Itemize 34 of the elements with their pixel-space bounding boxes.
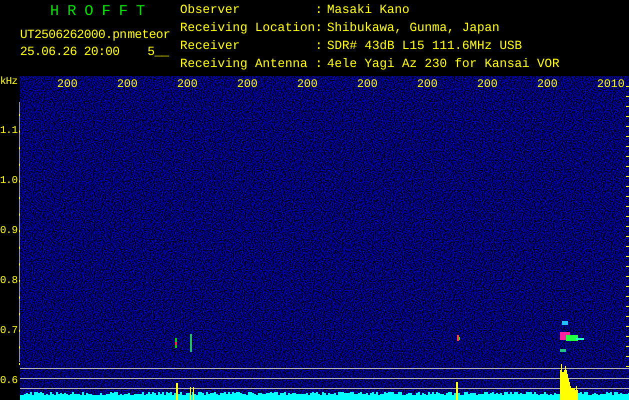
time-label: 200	[537, 79, 558, 91]
info-separator: :	[315, 4, 324, 19]
frequency-label: 1.0	[0, 175, 18, 187]
app-title: H R O F F T	[50, 4, 146, 19]
info-label: Receiving Location	[180, 22, 315, 37]
event-label: meteor	[128, 29, 170, 42]
frequency-label: 0.7	[0, 325, 18, 337]
event-count: 5__	[147, 46, 169, 59]
timestamp: 25.06.26 20:00	[20, 46, 120, 59]
info-label: Receiver	[180, 40, 242, 55]
info-separator: :	[315, 40, 324, 55]
time-label: 200	[57, 79, 78, 91]
info-label: Observer	[180, 4, 242, 19]
file-name: UT2506262000.pn	[20, 29, 127, 42]
info-separator: :	[315, 58, 324, 73]
info-value: Shibukawa, Gunma, Japan	[327, 22, 501, 37]
info-value: Masaki Kano	[327, 4, 411, 19]
time-label: 200	[297, 79, 318, 91]
time-label: 200	[117, 79, 138, 91]
time-label: 200	[417, 79, 438, 91]
time-label: 200	[357, 79, 378, 91]
frequency-label: 0.8	[0, 275, 18, 287]
frequency-label: 1.1	[0, 125, 18, 137]
info-label: Receiving Antenna	[180, 58, 309, 73]
info-value: SDR# 43dB L15 111.6MHz USB	[327, 40, 524, 55]
time-label: 2010	[597, 79, 625, 91]
frequency-unit: kHz	[0, 76, 18, 88]
time-label: 200	[177, 79, 198, 91]
frequency-label: 0.9	[0, 225, 18, 237]
frequency-label: 0.6	[0, 375, 18, 387]
time-label: 200	[237, 79, 258, 91]
info-separator: :	[315, 22, 324, 37]
time-label: 200	[477, 79, 498, 91]
info-value: 4ele Yagi Az 230 for Kansai VOR	[327, 58, 560, 73]
